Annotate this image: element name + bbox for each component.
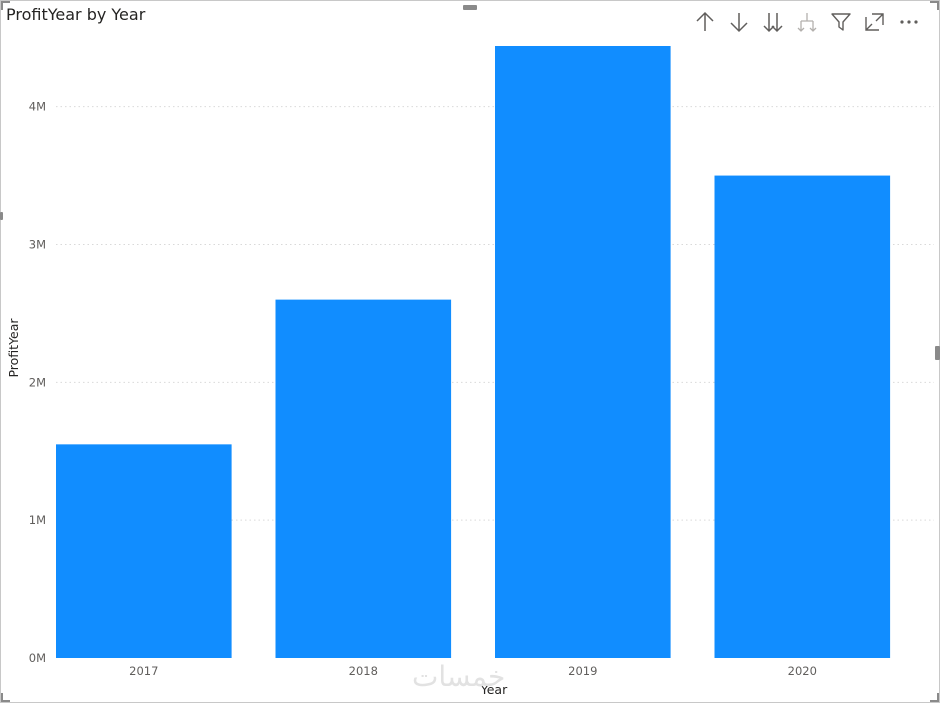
y-axis-ticks: 0M 1M 2M 3M 4M: [29, 100, 46, 665]
x-tick-label-2019: 2019: [568, 664, 597, 678]
y-tick-label: 4M: [29, 100, 46, 114]
x-tick-label-2020: 2020: [788, 664, 817, 678]
x-axis-title: Year: [480, 682, 508, 697]
x-tick-label-2018: 2018: [349, 664, 378, 678]
bar-2017[interactable]: [56, 444, 232, 658]
y-tick-label: 0M: [29, 651, 46, 665]
y-tick-label: 1M: [29, 513, 46, 527]
y-axis-title: ProfitYear: [6, 318, 21, 378]
bar-chart: 0M 1M 2M 3M 4M 2017 2018 2019 2020 ProfitYear Y…: [6, 46, 934, 697]
bars: [56, 46, 891, 658]
x-axis-ticks: 2017 2018 2019 2020: [129, 664, 817, 678]
bar-2020[interactable]: [714, 175, 891, 658]
bar-2019[interactable]: [495, 46, 671, 658]
y-tick-label: 3M: [29, 237, 46, 251]
bar-2018[interactable]: [275, 299, 452, 658]
x-tick-label-2017: 2017: [129, 664, 158, 678]
y-tick-label: 2M: [29, 375, 46, 389]
